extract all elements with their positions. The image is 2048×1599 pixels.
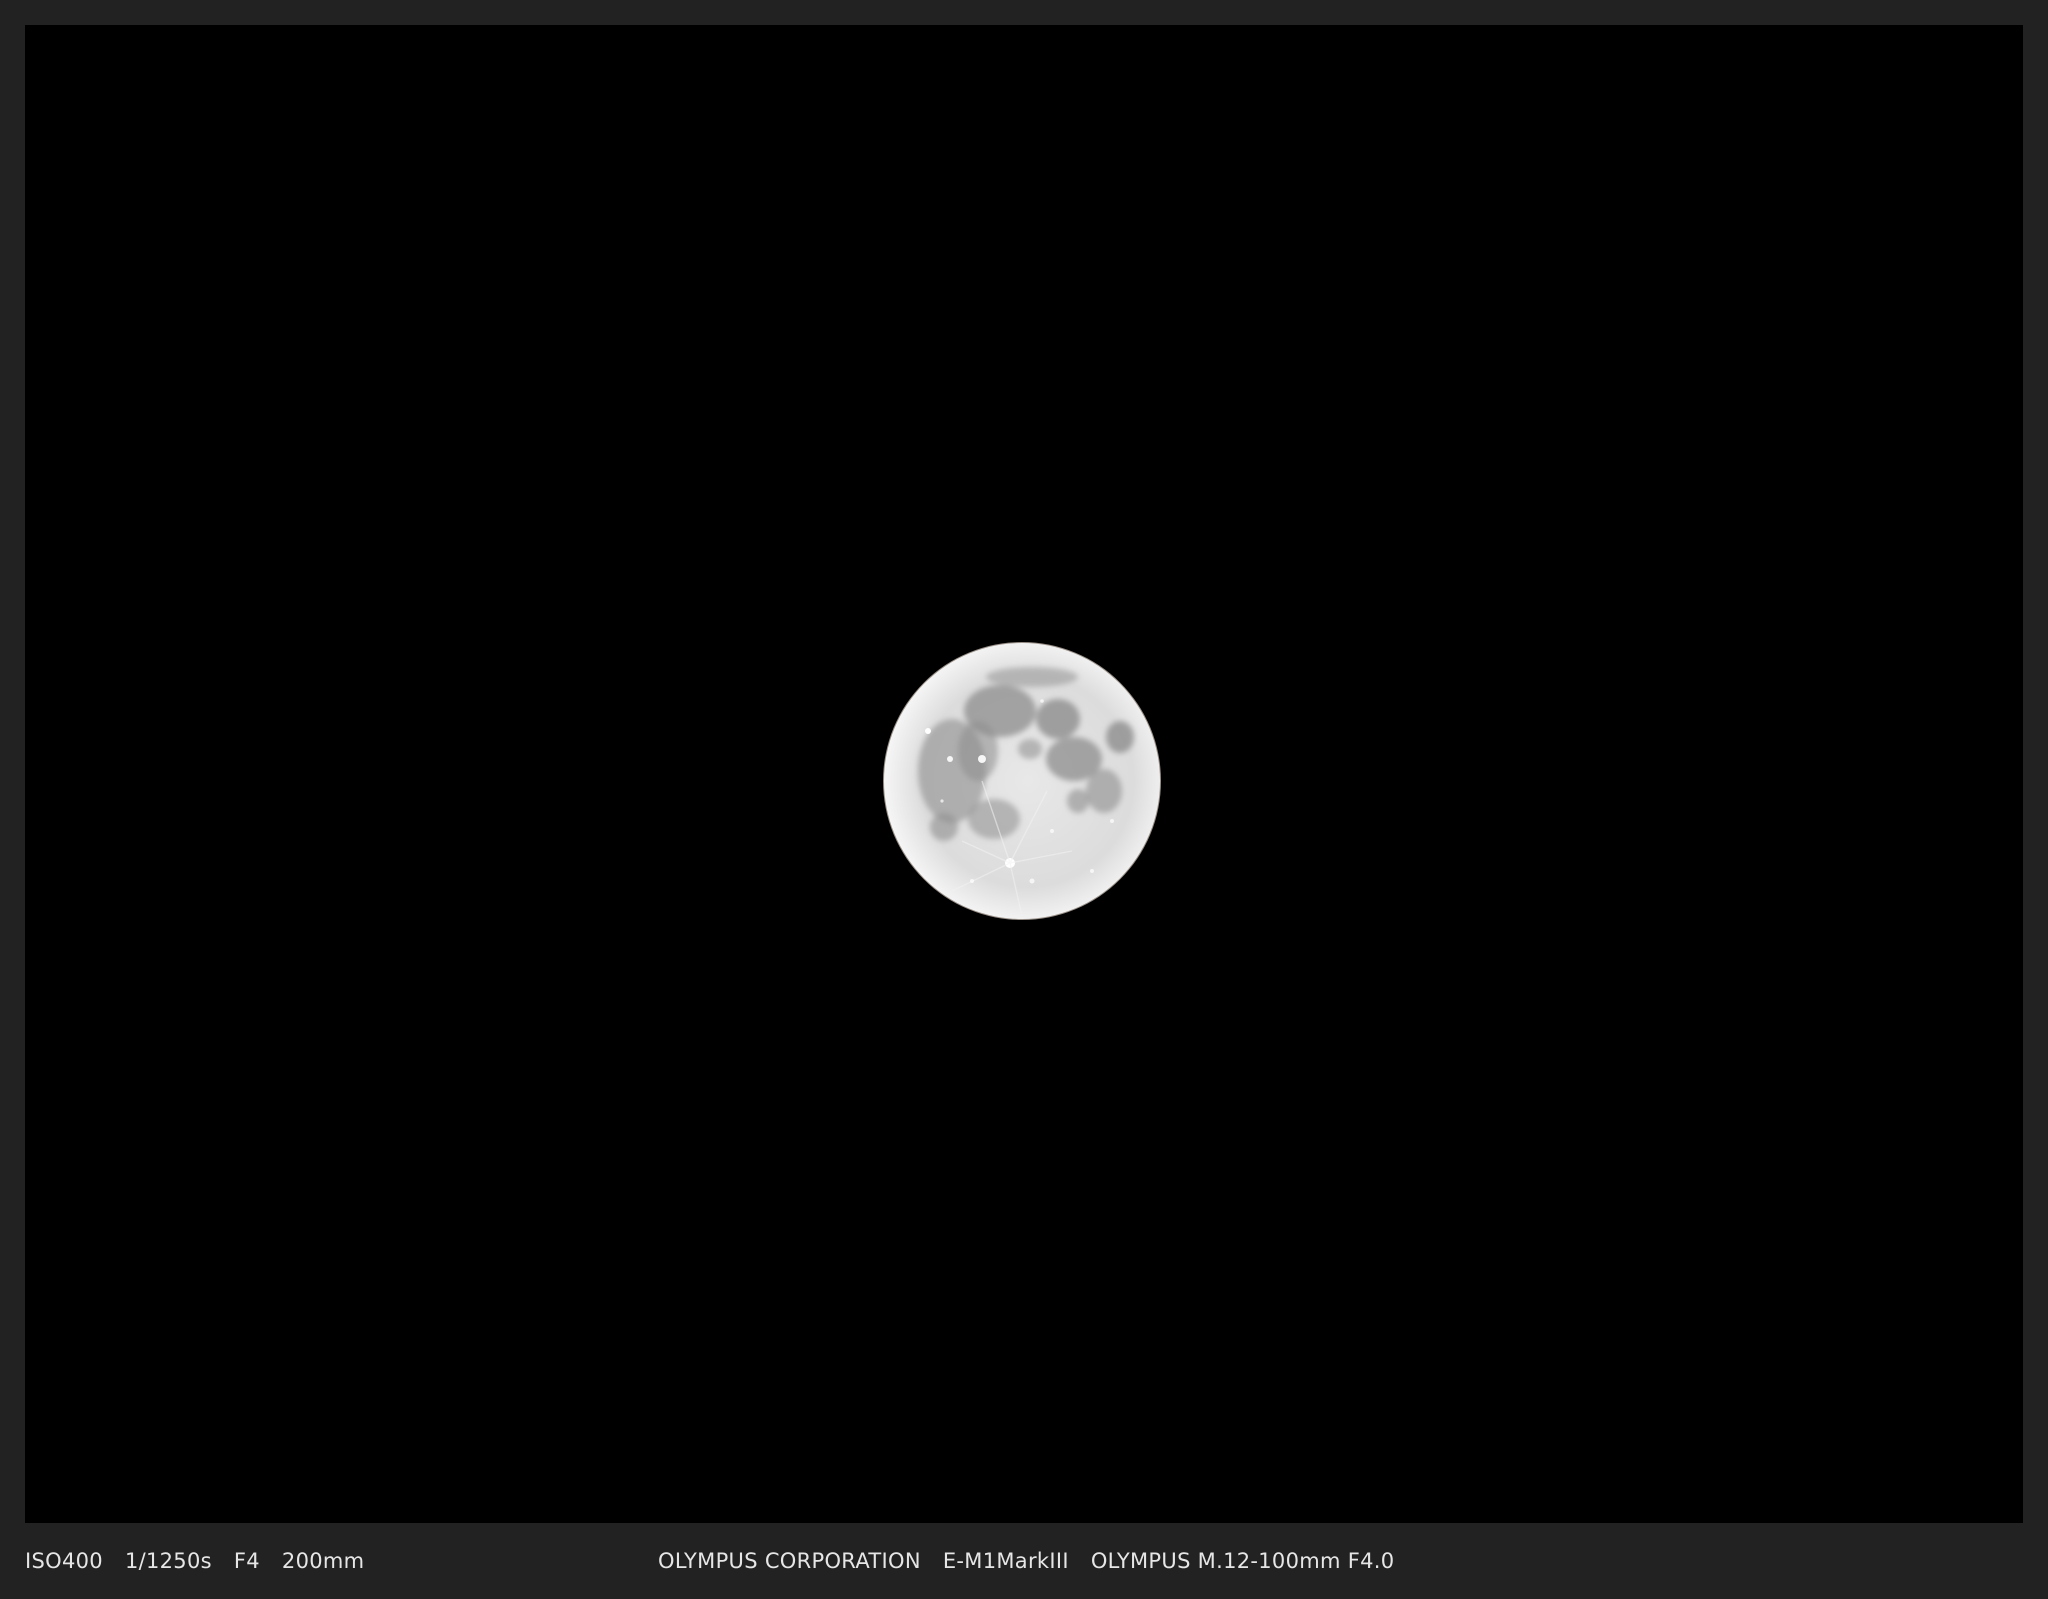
night-sky-photo (25, 25, 2023, 1523)
iso-value: ISO400 (25, 1549, 103, 1573)
exposure-settings: ISO400 1/1250s F4 200mm (25, 1549, 386, 1573)
aperture-value: F4 (233, 1549, 260, 1573)
exif-info-bar: ISO400 1/1250s F4 200mm OLYMPUS CORPORATION… (0, 1523, 2048, 1599)
focal-length: 200mm (281, 1549, 365, 1573)
camera-maker: OLYMPUS CORPORATION (658, 1549, 921, 1573)
lens-model: OLYMPUS M.12-100mm F4.0 (1090, 1549, 1395, 1573)
camera-info: OLYMPUS CORPORATION E-M1MarkIII OLYMPUS M.… (658, 1549, 1416, 1573)
shutter-speed: 1/1250s (124, 1549, 212, 1573)
photo-frame: ISO400 1/1250s F4 200mm OLYMPUS CORPORATION… (0, 0, 2048, 1599)
full-moon-image (882, 641, 1162, 921)
camera-model: E-M1MarkIII (942, 1549, 1069, 1573)
